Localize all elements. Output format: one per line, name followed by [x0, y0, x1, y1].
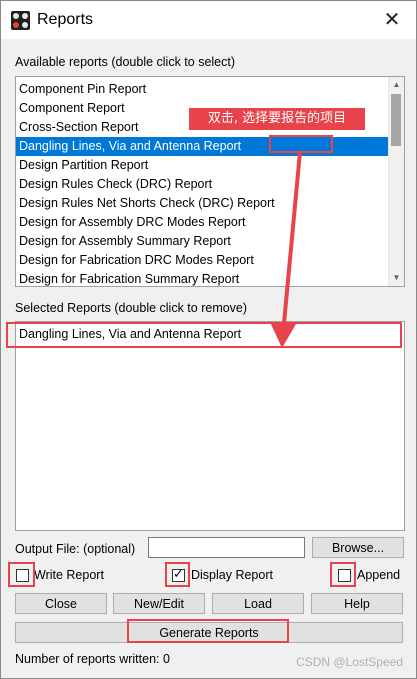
watermark: CSDN @LostSpeed	[296, 655, 403, 669]
annotation-arrow-icon	[270, 151, 302, 348]
